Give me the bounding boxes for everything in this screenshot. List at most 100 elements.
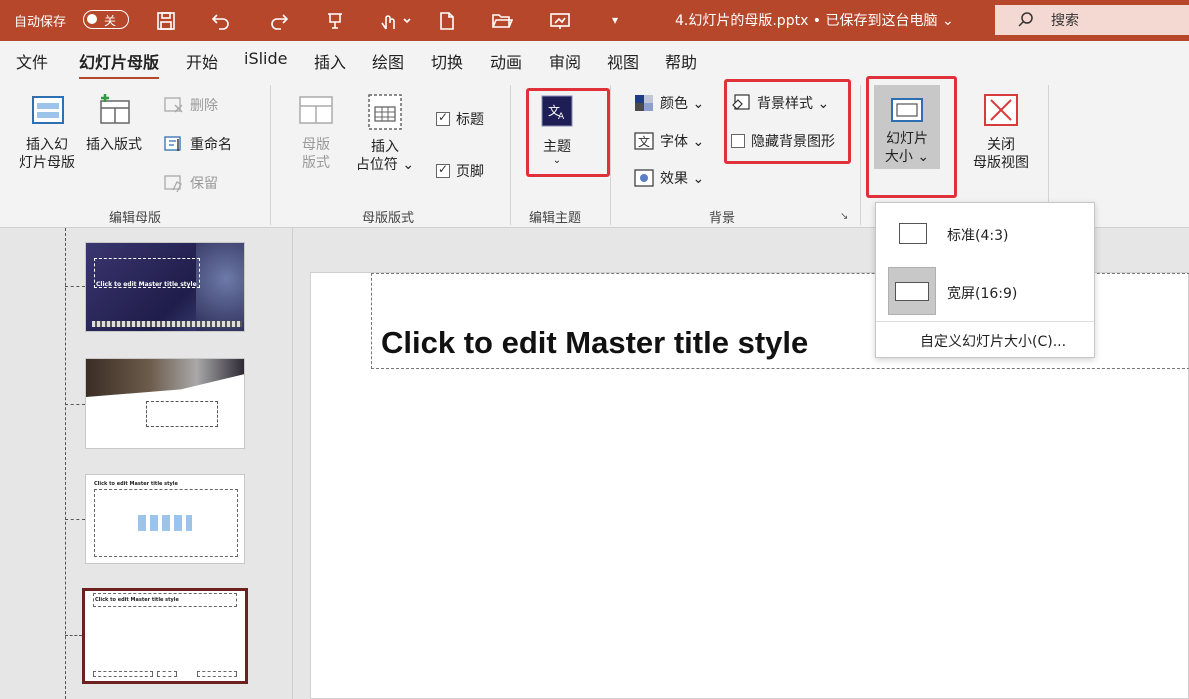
search-icon <box>1018 12 1033 27</box>
group-label-master-layout: 母版版式 <box>361 211 414 226</box>
menu-item-standard[interactable]: 标准(4:3) <box>876 211 1094 255</box>
preserve-button[interactable]: 保留 <box>164 173 218 193</box>
tab-insert[interactable]: 插入 <box>314 49 346 73</box>
undo-icon[interactable] <box>208 8 234 34</box>
footer-check-box[interactable] <box>436 162 450 178</box>
menu-item-custom-size[interactable]: 自定义幻灯片大小(C)... <box>920 331 1066 351</box>
thumbnail-icons <box>138 515 192 531</box>
search-box[interactable]: 搜索 <box>995 5 1189 35</box>
autosave-state: 关 <box>104 14 117 28</box>
rename-button[interactable]: 重命名 <box>164 134 232 154</box>
open-folder-icon[interactable] <box>489 8 515 34</box>
widescreen-ratio-icon <box>895 282 929 301</box>
thumbnail-photo-banner <box>86 359 244 397</box>
thumbnail-title: Click to edit Master title style <box>95 597 179 603</box>
insert-master-label: 插入幻 灯片母版 <box>19 137 75 171</box>
master-layout-button[interactable]: 母版 版式 <box>293 93 339 172</box>
group-separator <box>860 85 861 225</box>
highlight-box-background <box>724 79 851 164</box>
master-layout-icon <box>299 96 333 124</box>
background-dialog-launcher-icon[interactable]: ↘ <box>840 211 848 222</box>
widescreen-selected-indicator <box>888 267 936 315</box>
tab-help[interactable]: 帮助 <box>665 49 697 73</box>
insert-layout-icon <box>100 94 130 124</box>
file-name[interactable]: 4.幻灯片的母版.pptx • 已保存到这台电脑 ⌄ <box>675 10 954 30</box>
slide-size-menu: 标准(4:3) 宽屏(16:9) 自定义幻灯片大小(C)... <box>875 202 1095 358</box>
standard-ratio-icon <box>899 223 927 244</box>
slide-title[interactable]: Click to edit Master title style <box>381 325 808 361</box>
tab-draw[interactable]: 绘图 <box>372 49 404 73</box>
tree-branch <box>65 635 82 636</box>
fonts-icon: 文 <box>634 132 654 150</box>
menu-item-standard-label: 标准(4:3) <box>947 228 1009 244</box>
highlight-box-theme <box>526 88 610 177</box>
new-file-icon[interactable] <box>434 8 460 34</box>
delete-button[interactable]: 删除 <box>164 95 218 115</box>
tab-file[interactable]: 文件 <box>16 49 48 73</box>
rename-icon <box>164 136 181 151</box>
group-label-edit-theme: 编辑主题 <box>528 211 581 226</box>
title-checkbox[interactable]: 标题 <box>436 109 484 129</box>
colors-button[interactable]: 颜色 ⌄ <box>634 93 704 113</box>
group-label-edit-master: 编辑母版 <box>108 211 161 226</box>
close-master-view-button[interactable]: 关闭 母版视图 <box>970 93 1032 172</box>
customize-toolbar-icon[interactable]: ▾ <box>606 10 624 30</box>
thumbnail-photo <box>196 243 244 331</box>
thumbnail-footer <box>157 671 177 677</box>
effects-label: 效果 ⌄ <box>660 171 705 187</box>
preserve-icon <box>164 175 182 192</box>
effects-icon <box>634 169 654 187</box>
title-check-label: 标题 <box>456 112 484 128</box>
footer-check-label: 页脚 <box>456 164 484 180</box>
thumbnail-title: Click to edit Master title style <box>94 481 178 487</box>
delete-label: 删除 <box>190 98 218 114</box>
slideshow-icon[interactable] <box>547 8 573 34</box>
thumbnail-layout-title-only-selected[interactable]: Click to edit Master title style <box>82 588 248 684</box>
tab-slide-master[interactable]: 幻灯片母版 <box>79 49 160 80</box>
insert-placeholder-button[interactable]: 插入 占位符 ⌄ <box>354 93 416 174</box>
group-separator <box>610 85 611 225</box>
insert-placeholder-label: 插入 占位符 ⌄ <box>355 139 415 173</box>
group-separator <box>510 85 511 225</box>
tab-review[interactable]: 审阅 <box>549 49 581 73</box>
svg-text:文: 文 <box>638 134 650 149</box>
autosave-toggle[interactable]: 关 <box>83 10 129 29</box>
tree-line <box>65 228 66 699</box>
insert-placeholder-icon <box>368 94 402 130</box>
insert-layout-button[interactable]: 插入版式 <box>82 93 146 154</box>
group-separator <box>270 85 271 225</box>
insert-master-icon <box>32 96 64 124</box>
fonts-button[interactable]: 文 字体 ⌄ <box>634 131 704 151</box>
save-icon[interactable] <box>153 8 179 34</box>
present-icon[interactable] <box>322 8 348 34</box>
preserve-label: 保留 <box>190 176 218 192</box>
close-master-icon <box>984 94 1018 126</box>
thumbnail-slide-master[interactable]: Click to edit Master title style <box>85 242 245 332</box>
effects-button[interactable]: 效果 ⌄ <box>634 168 704 188</box>
toggle-knob <box>87 14 97 24</box>
rename-label: 重命名 <box>190 137 232 153</box>
tree-branch <box>65 286 85 287</box>
tree-branch <box>65 519 85 520</box>
thumbnail-footer <box>93 671 153 677</box>
colors-label: 颜色 ⌄ <box>660 96 705 112</box>
master-layout-label: 母版 版式 <box>302 137 330 171</box>
tab-home[interactable]: 开始 <box>186 49 218 73</box>
tab-animations[interactable]: 动画 <box>490 49 522 73</box>
close-master-label: 关闭 母版视图 <box>973 137 1029 171</box>
thumbnail-layout-content[interactable]: Click to edit Master title style <box>85 474 245 564</box>
tab-islide[interactable]: iSlide <box>244 49 288 68</box>
tab-view[interactable]: 视图 <box>607 49 639 73</box>
redo-icon[interactable] <box>266 8 292 34</box>
menu-item-widescreen[interactable]: 宽屏(16:9) <box>947 283 1017 303</box>
title-check-box[interactable] <box>436 110 450 126</box>
footer-checkbox[interactable]: 页脚 <box>436 161 484 181</box>
insert-slide-master-button[interactable]: 插入幻 灯片母版 <box>14 93 80 172</box>
tab-transitions[interactable]: 切换 <box>431 49 463 73</box>
title-bar: 自动保存 关 ▾ 4.幻灯片的母版.pptx • 已保存到这台电脑 ⌄ 搜索 <box>0 0 1189 41</box>
thumbnail-placeholder <box>146 401 218 427</box>
colors-icon <box>635 95 653 111</box>
thumbnail-layout-title[interactable] <box>85 358 245 449</box>
touch-mode-icon[interactable] <box>376 8 414 34</box>
fonts-label: 字体 ⌄ <box>660 134 705 150</box>
